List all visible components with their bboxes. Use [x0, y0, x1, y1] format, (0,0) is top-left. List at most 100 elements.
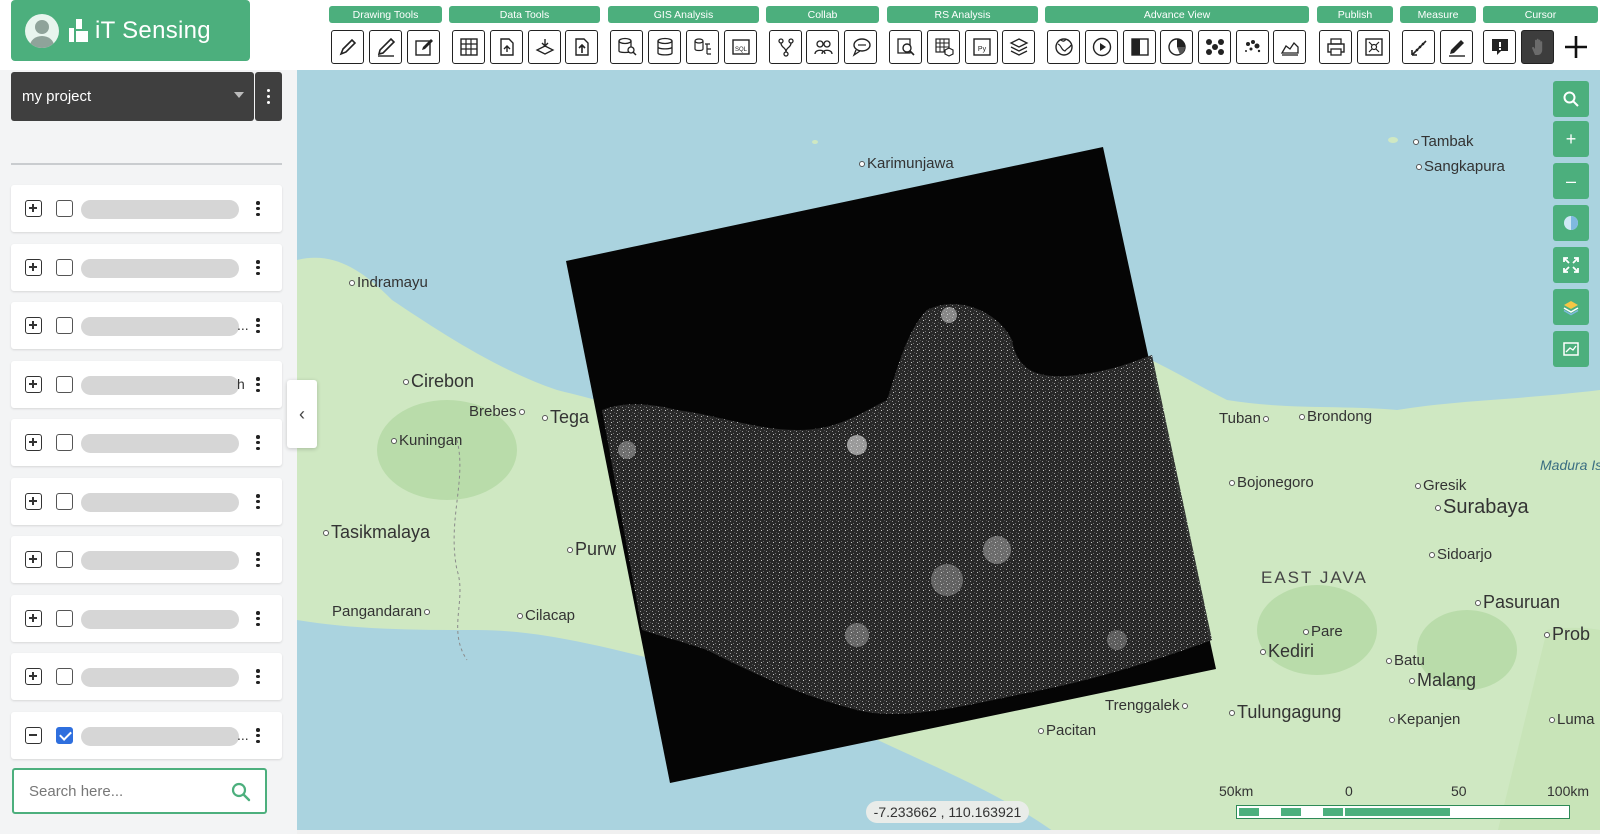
expand-icon[interactable]	[25, 551, 42, 568]
project-menu-button[interactable]	[255, 72, 282, 121]
expand-icon[interactable]	[25, 259, 42, 276]
layers-button[interactable]	[1553, 289, 1589, 325]
file-upload-tool-button[interactable]	[490, 30, 523, 64]
zoom-out-button[interactable]: –	[1553, 163, 1589, 199]
chat-tool-button[interactable]	[844, 30, 877, 64]
sql-tool-button[interactable]: SQL	[724, 30, 757, 64]
scatter-tool-button[interactable]	[1236, 30, 1269, 64]
basemap-toggle-button[interactable]	[1553, 205, 1589, 241]
layer-visibility-checkbox[interactable]	[56, 668, 73, 685]
layer-visibility-checkbox[interactable]	[56, 376, 73, 393]
table-tool-button[interactable]	[452, 30, 485, 64]
layer-menu-button[interactable]	[255, 610, 261, 627]
expand-icon[interactable]	[25, 493, 42, 510]
globe-3d-tool-button[interactable]	[1047, 30, 1080, 64]
layer-visibility-checkbox[interactable]	[56, 551, 73, 568]
layer-row[interactable]	[11, 478, 282, 525]
layer-menu-button[interactable]	[255, 317, 261, 334]
place-label: Sidoarjo	[1427, 546, 1492, 563]
grid-cube-tool-button[interactable]	[927, 30, 960, 64]
import-tool-button[interactable]	[528, 30, 561, 64]
layer-row[interactable]: h	[11, 361, 282, 408]
layer-visibility-checkbox[interactable]	[56, 493, 73, 510]
user-avatar[interactable]	[25, 13, 59, 48]
layer-visibility-checkbox[interactable]	[56, 200, 73, 217]
data-tree-tool-button[interactable]	[686, 30, 719, 64]
layer-menu-button[interactable]	[255, 434, 261, 451]
hand-tool-button[interactable]	[1521, 30, 1554, 64]
branch-tool-button[interactable]	[769, 30, 802, 64]
ruler-tool-button[interactable]	[1402, 30, 1435, 64]
status-strip	[297, 830, 1600, 834]
python-tool-button[interactable]: Py	[965, 30, 998, 64]
pen-tool-button[interactable]	[331, 30, 364, 64]
pen-icon	[339, 38, 356, 56]
layer-menu-button[interactable]	[255, 259, 261, 276]
place-label: Bojonegoro	[1227, 474, 1314, 491]
layer-row[interactable]	[11, 185, 282, 232]
info-tool-button[interactable]	[1483, 30, 1516, 64]
expand-icon[interactable]	[25, 434, 42, 451]
layer-row[interactable]	[11, 595, 282, 642]
users-tool-button[interactable]	[806, 30, 839, 64]
cluster-tool-button[interactable]	[1198, 30, 1231, 64]
place-label: Indramayu	[347, 274, 428, 291]
stack-tool-button[interactable]	[1002, 30, 1035, 64]
place-label: Cirebon	[401, 371, 474, 392]
database-icon	[656, 37, 673, 56]
search-icon[interactable]	[231, 782, 251, 802]
grid-cube-icon	[934, 38, 954, 57]
layer-row[interactable]: ...	[11, 302, 282, 349]
scale-bar	[1236, 805, 1570, 819]
compare-tool-button[interactable]	[1123, 30, 1156, 64]
map-view[interactable]: Karimunjawa Tambak Sangkapura Indramayu …	[297, 70, 1600, 834]
project-select[interactable]: my project	[11, 72, 254, 121]
layer-menu-button[interactable]	[255, 493, 261, 510]
expand-icon[interactable]	[25, 317, 42, 334]
place-label: Trenggalek	[1105, 697, 1190, 714]
layer-menu-button[interactable]	[255, 200, 261, 217]
edit-tool-button[interactable]	[369, 30, 402, 64]
pie-tool-button[interactable]	[1160, 30, 1193, 64]
print-tool-button[interactable]	[1319, 30, 1352, 64]
layer-visibility-checkbox[interactable]	[56, 610, 73, 627]
place-label: Tulungagung	[1227, 702, 1341, 723]
edit-note-tool-button[interactable]	[407, 30, 440, 64]
map-search-button[interactable]	[1553, 81, 1589, 117]
layer-row[interactable]: ...	[11, 712, 282, 759]
place-label: Karimunjawa	[857, 155, 954, 172]
logo-icon	[69, 18, 89, 43]
search-input[interactable]	[29, 782, 219, 800]
area-chart-tool-button[interactable]	[1273, 30, 1306, 64]
fullscreen-button[interactable]	[1553, 247, 1589, 283]
zoom-in-button[interactable]: +	[1553, 121, 1589, 157]
layer-row[interactable]	[11, 536, 282, 583]
play-tool-button[interactable]	[1085, 30, 1118, 64]
expand-icon[interactable]	[25, 200, 42, 217]
layer-visibility-checkbox[interactable]	[56, 317, 73, 334]
upload-tool-button[interactable]	[565, 30, 598, 64]
layer-visibility-checkbox[interactable]	[56, 434, 73, 451]
layer-menu-button[interactable]	[255, 727, 261, 744]
collapse-icon[interactable]	[25, 727, 42, 744]
expand-icon[interactable]	[25, 376, 42, 393]
layer-visibility-checkbox[interactable]	[56, 727, 73, 744]
database-tool-button[interactable]	[648, 30, 681, 64]
layer-row[interactable]	[11, 653, 282, 700]
layer-menu-button[interactable]	[255, 668, 261, 685]
layer-row[interactable]	[11, 244, 282, 291]
sidebar-collapse-button[interactable]: ‹	[287, 380, 317, 448]
layer-visibility-checkbox[interactable]	[56, 259, 73, 276]
analyze-tool-button[interactable]	[889, 30, 922, 64]
expand-icon[interactable]	[25, 610, 42, 627]
add-tool-button[interactable]	[1559, 30, 1593, 64]
database-search-tool-button[interactable]	[610, 30, 643, 64]
measure-pen-tool-button[interactable]	[1440, 30, 1473, 64]
expand-icon[interactable]	[25, 668, 42, 685]
layer-menu-button[interactable]	[255, 551, 261, 568]
layer-menu-button[interactable]	[255, 376, 261, 393]
legend-button[interactable]	[1553, 331, 1589, 367]
toolbar-group-label: Drawing Tools	[329, 6, 442, 23]
layer-row[interactable]	[11, 419, 282, 466]
share-tool-button[interactable]	[1357, 30, 1390, 64]
